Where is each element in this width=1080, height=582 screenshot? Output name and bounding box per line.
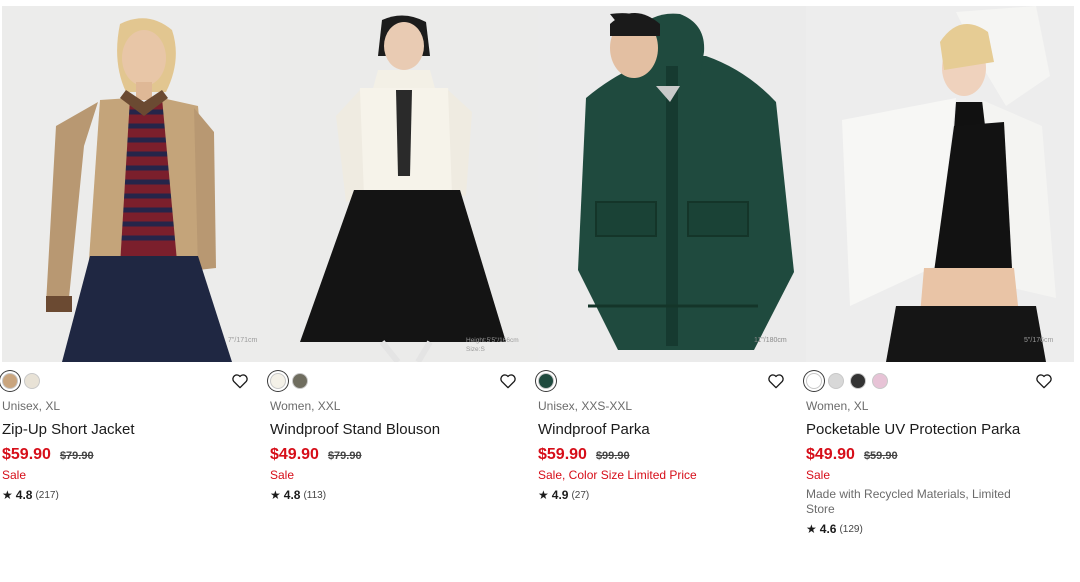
- price-row: $59.90 $79.90: [2, 446, 270, 464]
- product-image[interactable]: 5"/176cm: [806, 6, 1074, 362]
- svg-text:7"/171cm: 7"/171cm: [228, 337, 258, 344]
- original-price: $79.90: [59, 450, 94, 462]
- product-category: Women, XL: [806, 399, 869, 413]
- sale-flag: Sale: [270, 468, 295, 482]
- product-name[interactable]: Windproof Parka: [538, 420, 806, 439]
- product-card[interactable]: Height:5'5"/166cm Size:S Women, XXL Wind…: [270, 0, 538, 502]
- rating-score: 4.6: [819, 522, 837, 536]
- svg-text:Size:S: Size:S: [466, 346, 485, 353]
- color-swatch-pink[interactable]: [872, 373, 888, 389]
- color-swatch-white[interactable]: [806, 373, 822, 389]
- product-rating: ★ 4.9 (27): [538, 488, 806, 502]
- product-image[interactable]: 11"/180cm: [538, 6, 806, 362]
- product-image[interactable]: Height:5'5"/166cm Size:S: [270, 6, 538, 362]
- star-icon: ★: [538, 488, 549, 502]
- svg-text:Height:5'5"/166cm: Height:5'5"/166cm: [466, 337, 519, 344]
- color-swatches: [538, 371, 806, 395]
- product-category: Women, XXL: [270, 399, 341, 413]
- sale-price: $59.90: [538, 446, 587, 463]
- review-count: (129): [839, 523, 863, 535]
- review-count: (217): [35, 489, 59, 501]
- heart-icon[interactable]: [766, 371, 786, 391]
- color-swatch-tan[interactable]: [2, 373, 18, 389]
- color-swatch-light-gray[interactable]: [828, 373, 844, 389]
- review-count: (113): [303, 489, 327, 501]
- price-row: $49.90 $59.90: [806, 446, 1074, 464]
- heart-icon[interactable]: [1034, 371, 1054, 391]
- original-price: $79.90: [327, 450, 362, 462]
- sale-flag: Sale, Color Size Limited Price: [538, 468, 697, 482]
- sale-flag: Sale: [806, 468, 831, 482]
- star-icon: ★: [270, 488, 281, 502]
- original-price: $59.90: [863, 450, 898, 462]
- svg-text:11"/180cm: 11"/180cm: [754, 337, 787, 344]
- product-name[interactable]: Windproof Stand Blouson: [270, 420, 538, 439]
- product-image[interactable]: 7"/171cm: [2, 6, 270, 362]
- sale-price: $59.90: [2, 446, 51, 463]
- product-category: Unisex, XXS-XXL: [538, 399, 633, 413]
- color-swatch-dark-green[interactable]: [538, 373, 554, 389]
- review-count: (27): [571, 489, 590, 501]
- product-card[interactable]: 11"/180cm Unisex, XXS-XXL Windproof Park…: [538, 0, 806, 502]
- color-swatches: [270, 371, 538, 395]
- sale-price: $49.90: [270, 446, 319, 463]
- color-swatches: [806, 371, 1074, 395]
- color-swatch-olive[interactable]: [292, 373, 308, 389]
- product-name[interactable]: Zip-Up Short Jacket: [2, 420, 270, 439]
- product-category: Unisex, XL: [2, 399, 61, 413]
- color-swatches: [2, 371, 270, 395]
- product-card[interactable]: 5"/176cm Women, XL Pocketable UV Protect…: [806, 0, 1074, 536]
- original-price: $99.90: [595, 450, 630, 462]
- rating-score: 4.8: [283, 488, 301, 502]
- color-swatch-off-white[interactable]: [270, 373, 286, 389]
- color-swatch-cream[interactable]: [24, 373, 40, 389]
- sale-price: $49.90: [806, 446, 855, 463]
- color-swatch-dark-gray[interactable]: [850, 373, 866, 389]
- product-note: Made with Recycled Materials, Limited St…: [806, 487, 1011, 516]
- rating-score: 4.8: [15, 488, 33, 502]
- rating-score: 4.9: [551, 488, 569, 502]
- product-photo-parka: 11"/180cm: [538, 6, 806, 362]
- heart-icon[interactable]: [230, 371, 250, 391]
- star-icon: ★: [2, 488, 13, 502]
- product-rating: ★ 4.8 (217): [2, 488, 270, 502]
- product-photo-uv-parka: 5"/176cm: [806, 6, 1074, 362]
- star-icon: ★: [806, 522, 817, 536]
- product-grid: 7"/171cm Unisex, XL Zip-Up Short Jacket …: [0, 0, 1080, 582]
- product-rating: ★ 4.6 (129): [806, 522, 1074, 536]
- product-photo-jacket: 7"/171cm: [2, 6, 270, 362]
- price-row: $59.90 $99.90: [538, 446, 806, 464]
- svg-text:5"/176cm: 5"/176cm: [1024, 337, 1054, 344]
- sale-flag: Sale: [2, 468, 27, 482]
- product-card[interactable]: 7"/171cm Unisex, XL Zip-Up Short Jacket …: [2, 0, 270, 502]
- price-row: $49.90 $79.90: [270, 446, 538, 464]
- heart-icon[interactable]: [498, 371, 518, 391]
- product-rating: ★ 4.8 (113): [270, 488, 538, 502]
- product-photo-blouson: Height:5'5"/166cm Size:S: [270, 6, 538, 362]
- product-name[interactable]: Pocketable UV Protection Parka: [806, 420, 1074, 439]
